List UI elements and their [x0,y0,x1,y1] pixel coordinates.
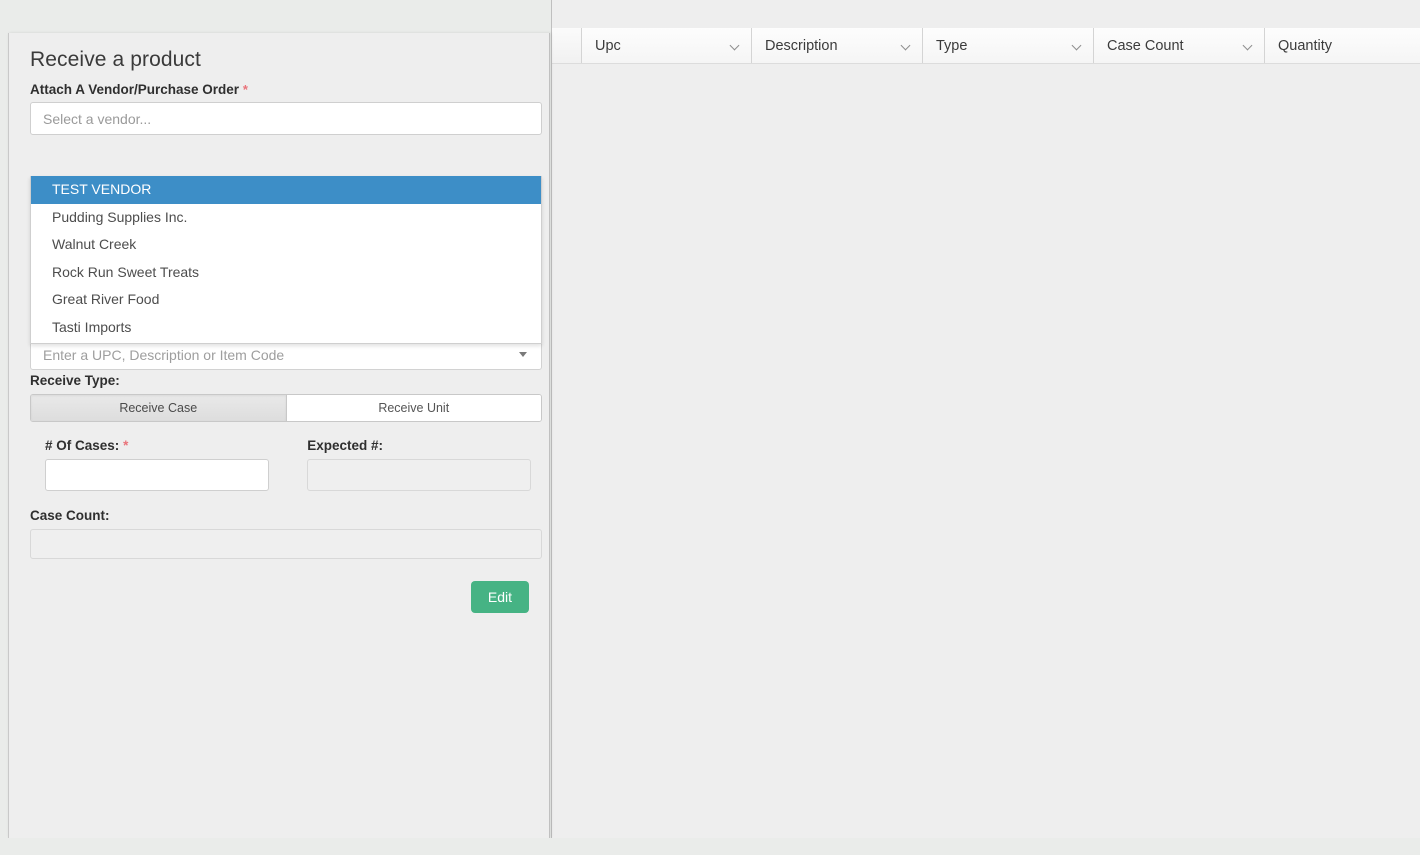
grid-column-description-label: Description [765,37,838,54]
product-grid: Upc Description Type Case Count Quantity [551,0,1420,838]
caret-down-icon[interactable] [519,352,527,357]
receive-type-label: Receive Type: [30,373,120,388]
receive-product-panel: Receive a product Attach A Vendor/Purcha… [8,33,550,838]
vendor-dropdown-list[interactable]: TEST VENDOR Pudding Supplies Inc. Walnut… [30,176,542,344]
grid-column-case-count[interactable]: Case Count [1094,28,1265,63]
vendor-option-walnut-creek[interactable]: Walnut Creek [31,231,541,259]
grid-column-type-label: Type [936,37,968,54]
chevron-down-icon[interactable] [1072,40,1083,51]
cases-field-group: # Of Cases: * [45,438,290,491]
edit-button[interactable]: Edit [470,581,529,613]
cases-input[interactable] [45,459,269,491]
vendor-select-placeholder: Select a vendor... [43,110,152,127]
vendor-option-tasti-imports[interactable]: Tasti Imports [31,314,541,342]
receive-case-button[interactable]: Receive Case [31,395,287,421]
grid-column-quantity[interactable]: Quantity [1265,28,1420,63]
cases-field-label-text: # Of Cases: [45,438,120,453]
vendor-field-label-text: Attach A Vendor/Purchase Order [30,82,240,97]
vendor-option-test-vendor[interactable]: TEST VENDOR [31,176,541,204]
chevron-down-icon[interactable] [730,40,741,51]
grid-column-quantity-label: Quantity [1278,37,1332,54]
required-marker: * [242,82,248,97]
case-count-input [30,529,542,559]
expected-field-group: Expected #: [307,438,539,491]
grid-column-upc[interactable]: Upc [582,28,752,63]
grid-column-spacer [552,28,582,63]
cases-field-label: # Of Cases: * [45,438,290,453]
quantity-row: # Of Cases: * Expected #: [22,438,539,491]
grid-column-case-count-label: Case Count [1107,37,1184,54]
page-bottom-strip [0,838,1420,855]
vendor-select[interactable]: Select a vendor... [30,102,542,135]
grid-column-description[interactable]: Description [752,28,923,63]
receive-unit-button[interactable]: Receive Unit [286,395,541,421]
grid-header-row: Upc Description Type Case Count Quantity [552,28,1420,64]
grid-body-empty [552,64,1420,838]
upc-search-placeholder: Enter a UPC, Description or Item Code [43,346,285,363]
vendor-option-rock-run-sweet-treats[interactable]: Rock Run Sweet Treats [31,259,541,287]
vendor-field-label: Attach A Vendor/Purchase Order * [22,82,539,97]
form-actions: Edit [22,581,539,613]
expected-input [307,459,532,491]
page-title: Receive a product [30,48,201,71]
app-root: Upc Description Type Case Count Quantity [0,0,1420,855]
required-marker: * [123,438,129,453]
grid-column-upc-label: Upc [595,37,621,54]
case-count-field-group: Case Count: [22,508,542,559]
vendor-option-pudding-supplies-inc[interactable]: Pudding Supplies Inc. [31,204,541,232]
expected-field-label: Expected #: [307,438,384,453]
case-count-field-label: Case Count: [30,508,110,523]
grid-column-type[interactable]: Type [923,28,1094,63]
chevron-down-icon[interactable] [901,40,912,51]
chevron-down-icon[interactable] [1243,40,1254,51]
vendor-option-great-river-food[interactable]: Great River Food [31,286,541,314]
receive-type-toggle[interactable]: Receive Case Receive Unit [30,394,542,422]
